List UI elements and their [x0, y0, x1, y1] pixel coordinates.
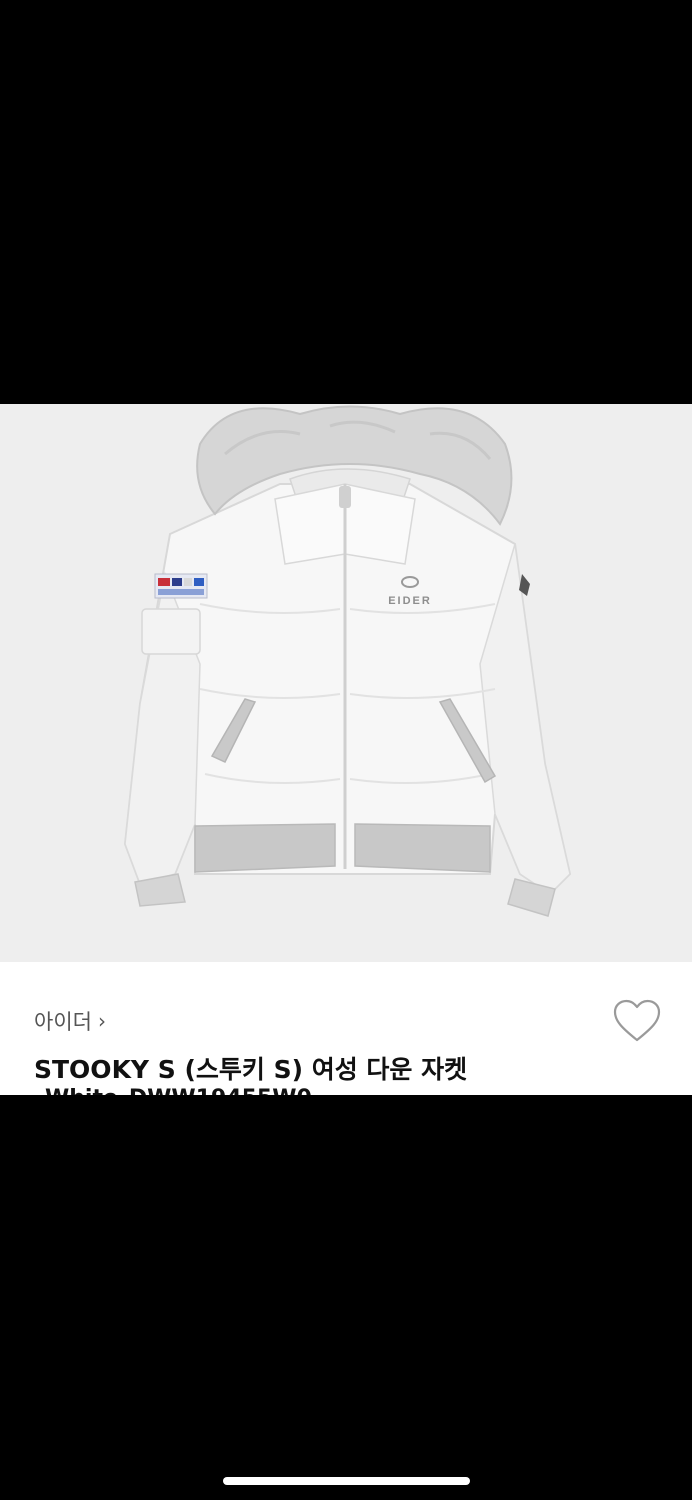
svg-text:EIDER: EIDER — [388, 595, 432, 607]
product-code: _White_DWW19455W0 — [34, 1086, 312, 1095]
heart-outline-icon — [613, 999, 661, 1042]
zipper-pull-icon — [339, 486, 351, 508]
brand-name: 아이더 — [34, 1010, 92, 1034]
wishlist-button[interactable] — [612, 998, 662, 1044]
top-letterbox — [0, 0, 692, 404]
home-indicator[interactable] — [223, 1477, 470, 1485]
product-image: EIDER — [0, 404, 692, 962]
product-info-panel: 아이더 › STOOKY S (스투키 S) 여성 다운 자켓 _White_D… — [0, 962, 692, 1095]
flag-patch-icon — [154, 573, 208, 599]
jacket-illustration: EIDER — [123, 405, 572, 917]
bottom-letterbox — [0, 1095, 692, 1500]
product-title: STOOKY S (스투키 S) 여성 다운 자켓 — [34, 1055, 468, 1084]
chevron-right-icon: › — [97, 1009, 106, 1033]
brand-link[interactable]: 아이더 › — [34, 1006, 106, 1036]
